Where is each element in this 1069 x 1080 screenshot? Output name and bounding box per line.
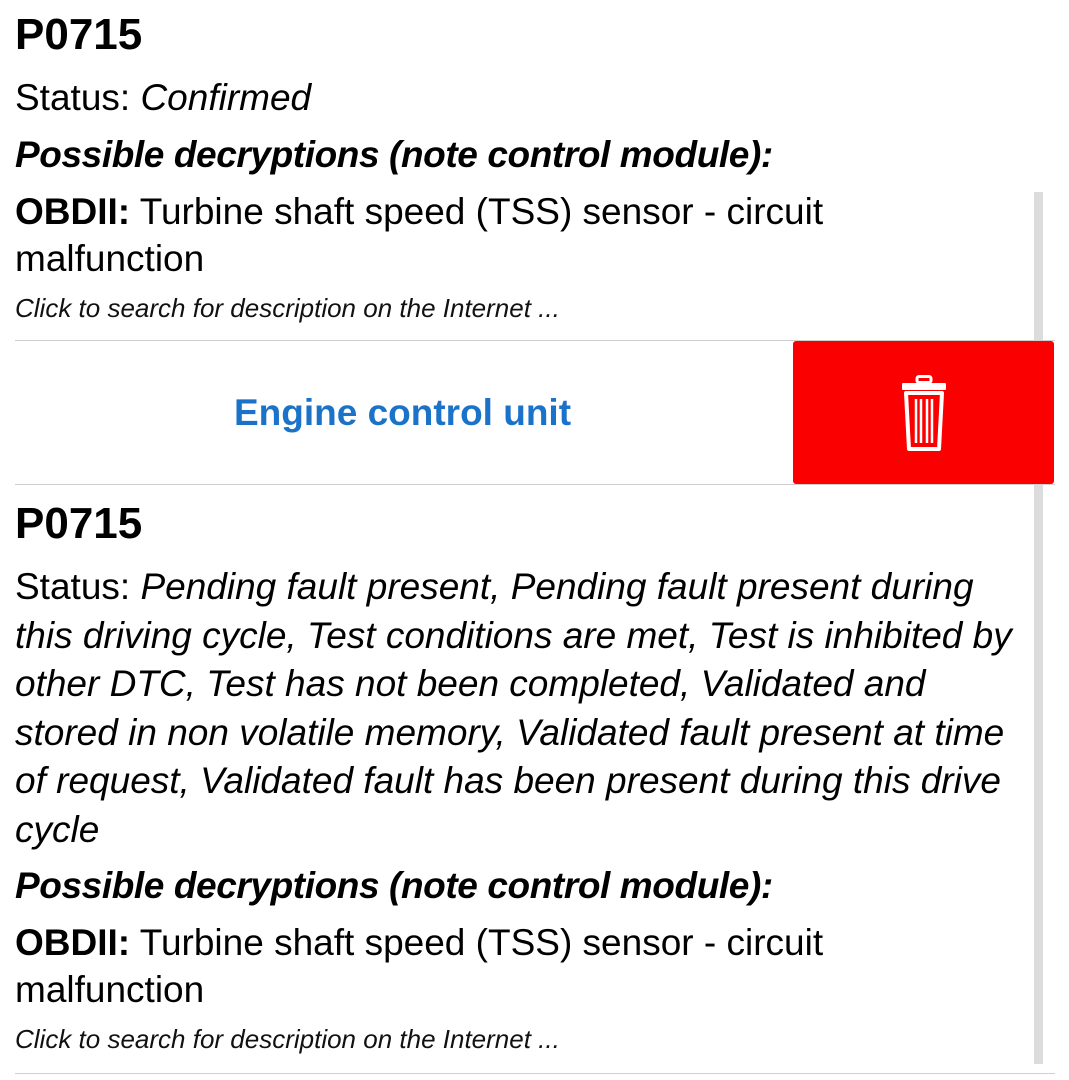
delete-button[interactable] — [793, 341, 1054, 484]
search-internet-link[interactable]: Click to search for description on the I… — [15, 1023, 560, 1055]
obd-text: Turbine shaft speed (TSS) sensor - circu… — [15, 922, 824, 1010]
dtc-code: P0715 — [15, 10, 143, 59]
status-value: Confirmed — [140, 77, 312, 118]
obd-label: OBDII: — [15, 922, 131, 963]
decryptions-heading: Possible decryptions (note control modul… — [15, 865, 773, 906]
scrollbar[interactable] — [1034, 192, 1043, 1064]
module-label[interactable]: Engine control unit — [15, 388, 790, 438]
obd-text: Turbine shaft speed (TSS) sensor - circu… — [15, 191, 824, 279]
status-value: Pending fault present, Pending fault pre… — [15, 566, 1012, 850]
obd-label: OBDII: — [15, 191, 131, 232]
decryptions-heading: Possible decryptions (note control modul… — [15, 134, 773, 175]
obd-description: OBDII: Turbine shaft speed (TSS) sensor … — [15, 919, 1015, 1013]
status-line: Status: Confirmed — [15, 74, 1030, 123]
status-label: Status: — [15, 77, 141, 118]
divider — [15, 484, 1055, 485]
divider — [15, 1073, 1055, 1074]
status-line: Status: Pending fault present, Pending f… — [15, 563, 1030, 854]
search-internet-link[interactable]: Click to search for description on the I… — [15, 292, 560, 324]
trash-icon — [901, 374, 947, 451]
status-label: Status: — [15, 566, 141, 607]
dtc-code: P0715 — [15, 499, 143, 548]
obd-description: OBDII: Turbine shaft speed (TSS) sensor … — [15, 188, 1015, 282]
